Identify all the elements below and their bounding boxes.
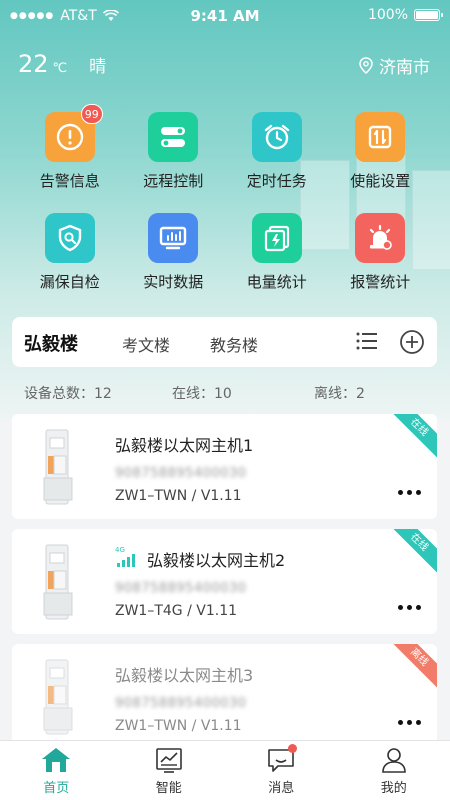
battery-icon [414, 9, 443, 21]
device-serial: 908758895400030 [115, 581, 247, 596]
device-thumbnail [43, 429, 73, 505]
nav-label: 智能 [155, 781, 182, 796]
location-selector[interactable]: 济南市 [359, 53, 430, 78]
nav-profile[interactable]: 我的 [338, 741, 450, 800]
device-name: 弘毅楼以太网主机3 [115, 662, 253, 686]
enable-settings-icon [355, 112, 406, 162]
feature-alarm-info[interactable]: 99 告警信息 [18, 104, 122, 191]
device-name-text: 弘毅楼以太网主机1 [115, 436, 254, 455]
add-circle-icon[interactable] [399, 329, 425, 355]
alarm-count-badge: 99 [80, 104, 103, 124]
device-thumbnail [43, 659, 73, 735]
weather-condition: 晴 [89, 57, 107, 77]
city-name: 济南市 [379, 58, 430, 78]
tab-building-1[interactable]: 弘毅楼 [24, 330, 78, 356]
feature-realtime-data[interactable]: 实时数据 [122, 213, 226, 292]
unread-dot [288, 744, 297, 753]
location-pin-icon [359, 57, 373, 74]
power-stats-icon [251, 213, 302, 263]
user-icon [381, 748, 406, 773]
feature-label: 实时数据 [143, 273, 204, 291]
tab-building-2[interactable]: 考文楼 [122, 332, 170, 356]
alarm-clock-icon [251, 112, 302, 162]
nav-smart[interactable]: 智能 [113, 741, 226, 800]
device-thumbnail [43, 544, 73, 620]
smart-chart-icon [155, 748, 182, 773]
status-tag-label: 离线 [393, 644, 437, 688]
online-count: 在线：10 [172, 386, 232, 402]
home-icon [42, 748, 71, 772]
feature-label: 定时任务 [246, 172, 307, 190]
feature-grid: 99 告警信息 远程控制 定时任务 使能设置 漏保自检 实时数据 电量统计 报警… [18, 104, 433, 292]
status-tag-label: 在线 [393, 414, 437, 458]
weather-widget: 22 ℃ 晴 [18, 50, 106, 78]
device-card[interactable]: 弘毅楼以太网主机1 908758895400030 ZW1–TWN / V1.1… [12, 414, 437, 519]
feature-label: 漏保自检 [39, 273, 100, 291]
more-options-icon[interactable] [398, 605, 421, 610]
feature-label: 使能设置 [350, 172, 411, 190]
nav-messages[interactable]: 消息 [225, 741, 338, 800]
nav-home[interactable]: 首页 [0, 741, 113, 800]
battery-percent: 100% [367, 7, 408, 23]
shield-search-icon [44, 213, 95, 263]
device-model: ZW1–T4G / V1.11 [115, 603, 238, 619]
temperature: 22 [18, 50, 49, 78]
tab-building-3[interactable]: 教务楼 [210, 332, 258, 356]
siren-icon [355, 213, 406, 263]
status-bar: ●●●●● AT&T 9:41 AM 100% [0, 0, 450, 34]
monitor-chart-icon [148, 213, 199, 263]
total-devices: 设备总数：12 [24, 386, 112, 402]
nav-label: 首页 [43, 781, 70, 796]
device-serial: 908758895400030 [115, 696, 247, 711]
feature-enable-settings[interactable]: 使能设置 [329, 112, 433, 191]
feature-label: 告警信息 [39, 172, 100, 190]
device-card[interactable]: 4G 弘毅楼以太网主机2 908758895400030 ZW1–T4G / V… [12, 529, 437, 634]
signal-4g-icon: 4G [115, 546, 141, 568]
toggle-switch-icon [148, 112, 199, 162]
alarm-warning-icon: 99 [44, 104, 103, 162]
device-model: ZW1–TWN / V1.11 [115, 488, 242, 504]
device-name: 弘毅楼以太网主机1 [115, 432, 253, 456]
building-tabs: 弘毅楼 考文楼 教务楼 [12, 317, 437, 367]
list-icon[interactable] [355, 329, 379, 353]
device-model: ZW1–TWN / V1.11 [115, 718, 242, 734]
device-serial: 908758895400030 [115, 466, 247, 481]
feature-alarm-statistics[interactable]: 报警统计 [329, 213, 433, 292]
status-tag: 在线 [393, 414, 437, 458]
more-options-icon[interactable] [398, 490, 421, 495]
bottom-navigation: 首页 智能 消息 我的 [0, 740, 450, 800]
nav-label: 我的 [380, 781, 407, 796]
device-card[interactable]: 弘毅楼以太网主机3 908758895400030 ZW1–TWN / V1.1… [12, 644, 437, 754]
feature-remote-control[interactable]: 远程控制 [122, 112, 226, 191]
feature-power-statistics[interactable]: 电量统计 [225, 213, 329, 292]
status-tag-label: 在线 [393, 529, 437, 573]
device-name-text: 弘毅楼以太网主机2 [147, 551, 286, 570]
nav-label: 消息 [268, 781, 295, 796]
device-name: 4G 弘毅楼以太网主机2 [115, 546, 286, 571]
battery-level [416, 11, 438, 19]
feature-label: 报警统计 [350, 273, 411, 291]
feature-label: 电量统计 [246, 273, 307, 291]
device-name-text: 弘毅楼以太网主机3 [115, 666, 254, 685]
temperature-unit: ℃ [52, 61, 68, 76]
feature-label: 远程控制 [143, 172, 204, 190]
feature-leakage-selfcheck[interactable]: 漏保自检 [18, 213, 122, 292]
status-tag: 离线 [393, 644, 437, 688]
feature-scheduled-task[interactable]: 定时任务 [225, 112, 329, 191]
offline-count: 离线：2 [314, 386, 365, 402]
status-tag: 在线 [393, 529, 437, 573]
more-options-icon[interactable] [398, 720, 421, 725]
